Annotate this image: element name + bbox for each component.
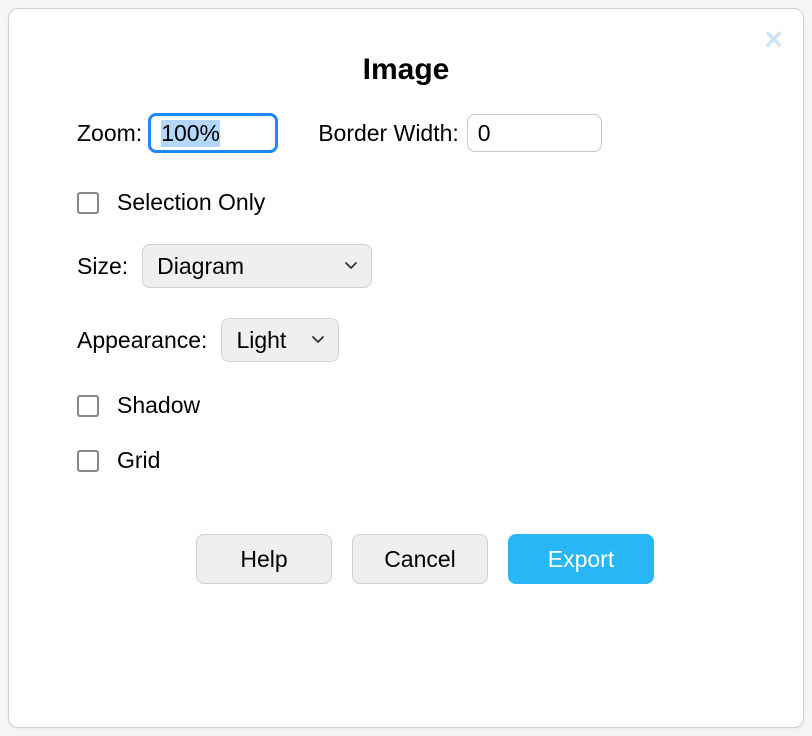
grid-checkbox[interactable] xyxy=(77,450,99,472)
grid-label: Grid xyxy=(117,447,160,474)
shadow-row: Shadow xyxy=(77,392,773,419)
size-label: Size: xyxy=(77,253,128,280)
shadow-checkbox[interactable] xyxy=(77,395,99,417)
close-icon[interactable]: × xyxy=(764,23,783,55)
zoom-label: Zoom: xyxy=(77,120,142,147)
cancel-button[interactable]: Cancel xyxy=(352,534,488,584)
chevron-down-icon xyxy=(345,262,357,270)
size-select[interactable]: Diagram xyxy=(142,244,372,288)
export-button[interactable]: Export xyxy=(508,534,654,584)
appearance-row: Appearance: Light xyxy=(77,318,773,362)
help-button[interactable]: Help xyxy=(196,534,332,584)
zoom-input[interactable] xyxy=(148,113,278,153)
chevron-down-icon xyxy=(312,336,324,344)
selection-only-row: Selection Only xyxy=(77,189,773,216)
border-width-input[interactable] xyxy=(467,114,602,152)
dialog-content: Zoom: Border Width: Selection Only Size:… xyxy=(77,113,773,584)
shadow-label: Shadow xyxy=(117,392,200,419)
size-select-value: Diagram xyxy=(157,253,244,280)
image-export-dialog: × Image Zoom: Border Width: Selection On… xyxy=(8,8,804,728)
selection-only-checkbox[interactable] xyxy=(77,192,99,214)
zoom-border-row: Zoom: Border Width: xyxy=(77,113,773,153)
size-row: Size: Diagram xyxy=(77,244,773,288)
border-width-label: Border Width: xyxy=(318,120,459,147)
grid-row: Grid xyxy=(77,447,773,474)
button-row: Help Cancel Export xyxy=(77,534,773,584)
appearance-select[interactable]: Light xyxy=(221,318,339,362)
appearance-label: Appearance: xyxy=(77,327,207,354)
dialog-title: Image xyxy=(39,53,773,87)
selection-only-label: Selection Only xyxy=(117,189,265,216)
appearance-select-value: Light xyxy=(236,327,286,354)
